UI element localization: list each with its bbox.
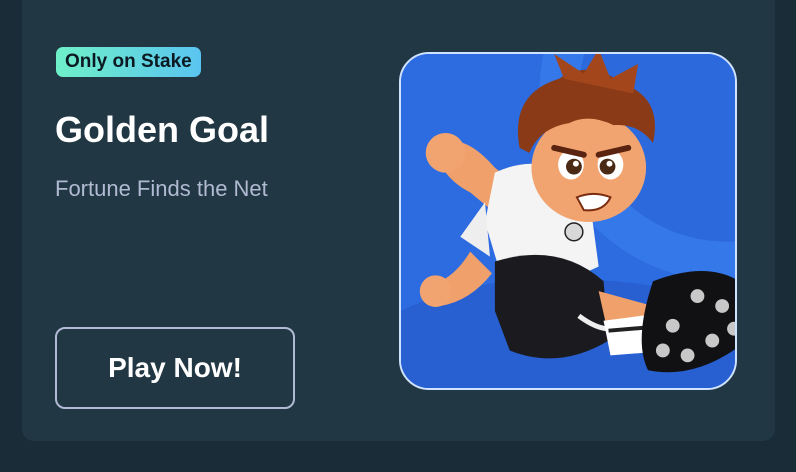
soccer-player-kicking-art-icon [401, 54, 735, 388]
play-now-button[interactable]: Play Now! [55, 327, 295, 409]
promo-card[interactable]: Only on Stake Golden Goal Fortune Finds … [22, 0, 775, 441]
game-thumbnail[interactable] [399, 52, 737, 390]
exclusive-badge: Only on Stake [56, 47, 201, 77]
game-title: Golden Goal [55, 109, 270, 150]
game-subtitle: Fortune Finds the Net [55, 176, 268, 201]
